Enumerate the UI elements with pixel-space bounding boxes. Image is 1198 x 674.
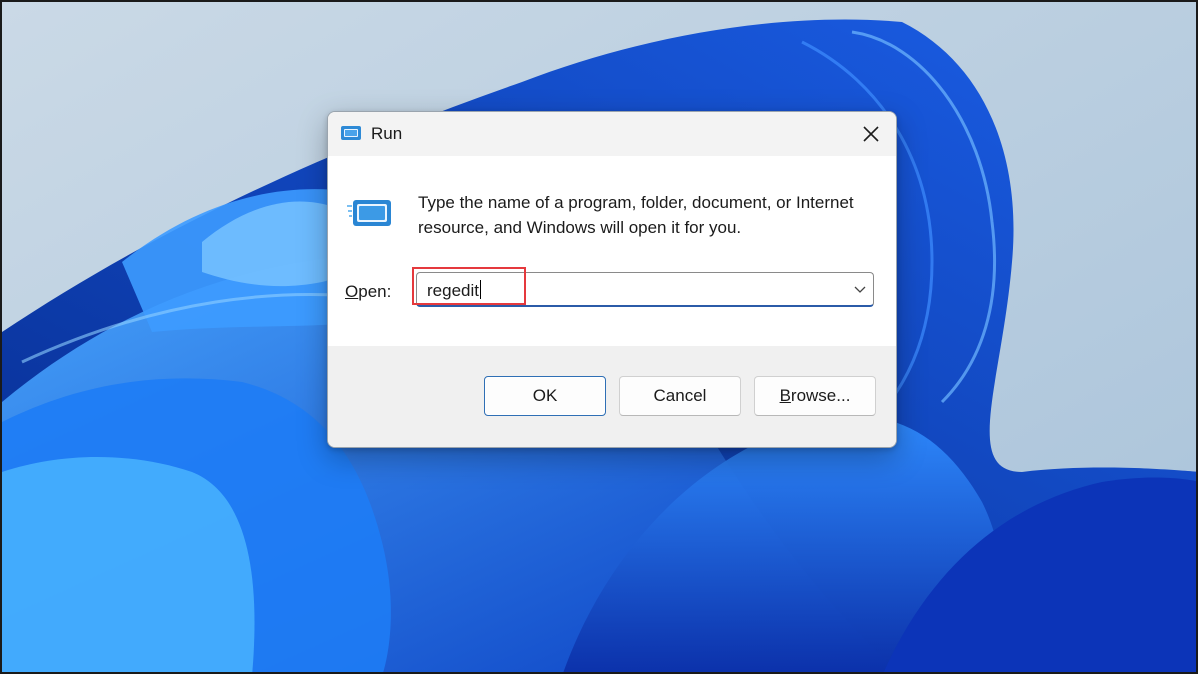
browse-accesskey: B: [779, 386, 791, 405]
title-bar[interactable]: Run: [328, 112, 896, 156]
open-label-accesskey: O: [345, 282, 359, 301]
dialog-body: Type the name of a program, folder, docu…: [328, 156, 896, 346]
browse-label: rowse...: [790, 386, 851, 405]
desktop: Run Type the name of a program, folder, …: [0, 0, 1198, 674]
ok-button[interactable]: OK: [484, 376, 606, 416]
browse-button[interactable]: Browse...: [754, 376, 876, 416]
open-label-text: pen:: [358, 282, 392, 301]
run-icon: [341, 126, 361, 140]
dialog-title: Run: [371, 124, 403, 143]
close-button[interactable]: [846, 112, 896, 156]
cancel-button[interactable]: Cancel: [619, 376, 741, 416]
open-label: Open:: [345, 282, 391, 302]
chevron-down-icon[interactable]: [854, 284, 866, 294]
highlight-annotation: [412, 267, 526, 305]
instructions-text: Type the name of a program, folder, docu…: [418, 193, 854, 237]
dialog-footer: OK Cancel Browse...: [328, 346, 896, 447]
run-dialog: Run Type the name of a program, folder, …: [327, 111, 897, 448]
close-icon: [863, 126, 879, 142]
run-icon: [347, 200, 391, 226]
